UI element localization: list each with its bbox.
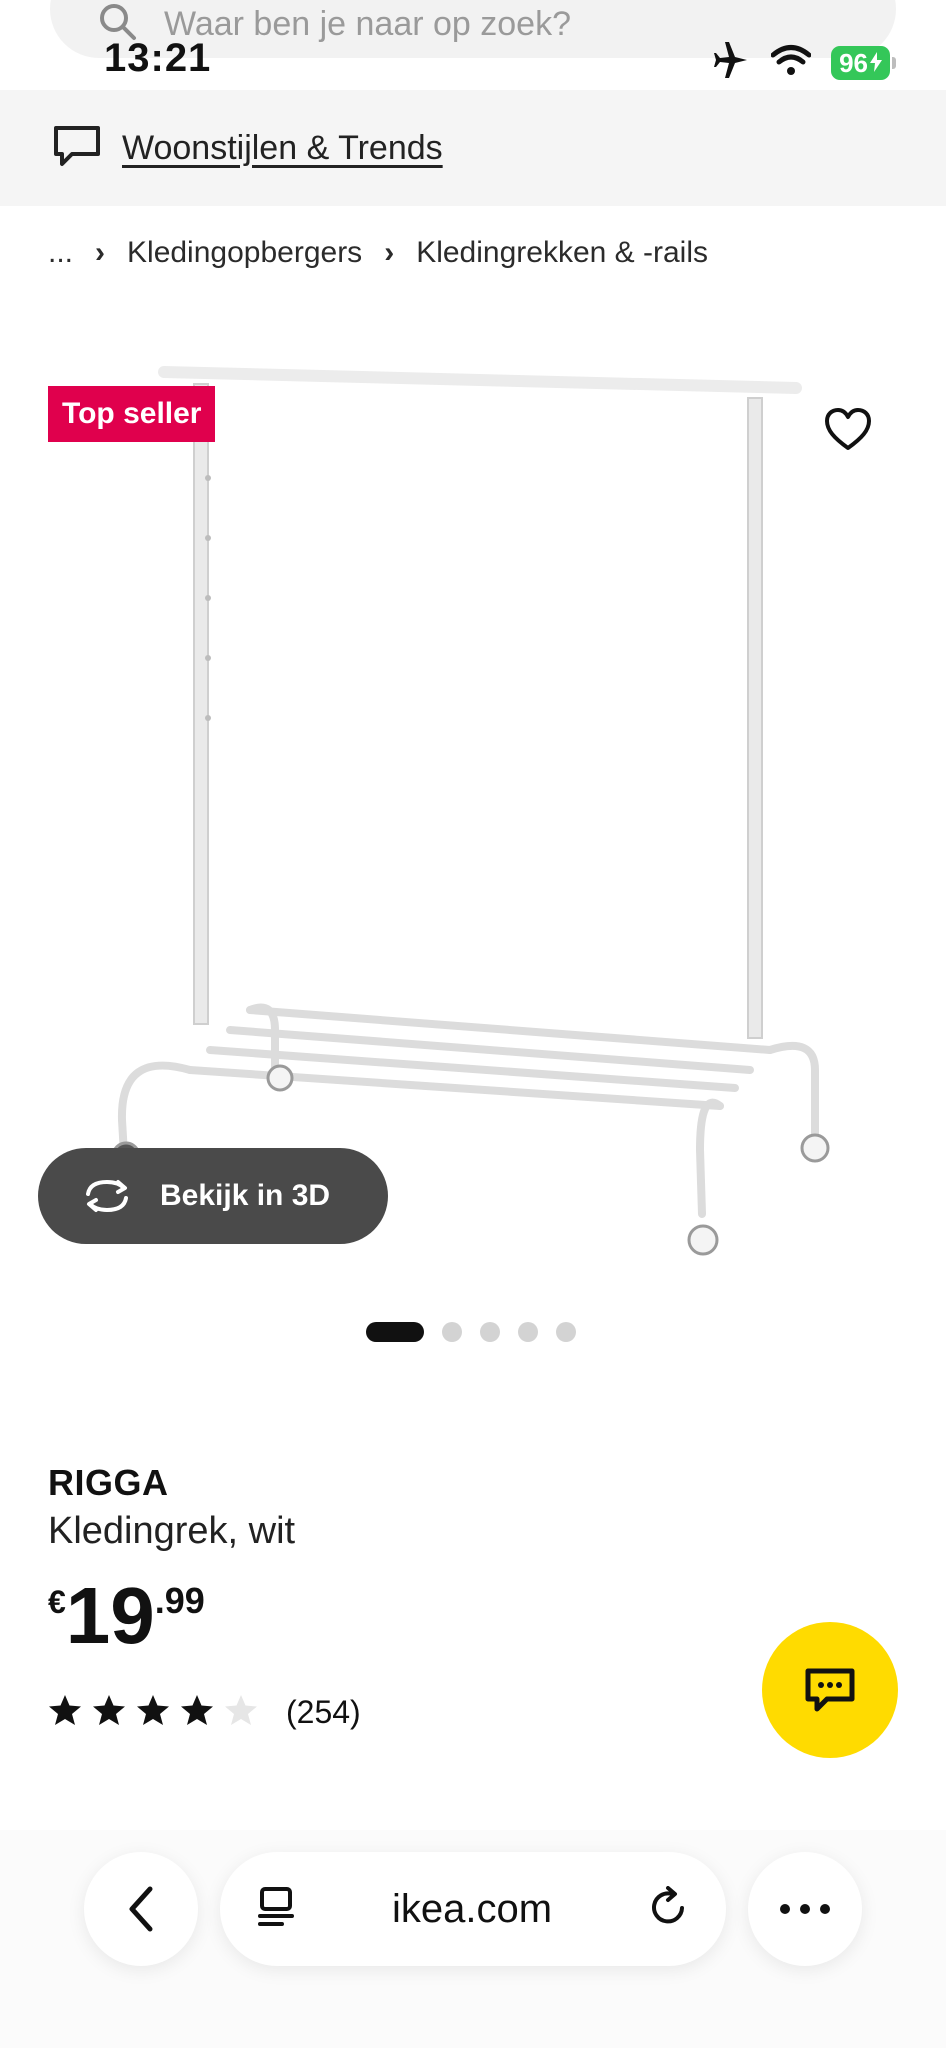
- price-integer: 19: [65, 1571, 155, 1660]
- star-empty-icon: [224, 1694, 258, 1731]
- view-in-3d-label: Bekijk in 3D: [160, 1179, 331, 1212]
- battery-level: 96: [839, 47, 868, 78]
- carousel-dot[interactable]: [556, 1322, 576, 1342]
- carousel-indicator: [366, 1322, 576, 1342]
- battery-indicator: 96: [831, 45, 890, 80]
- carousel-dot[interactable]: [366, 1322, 424, 1342]
- speech-bubble-icon: [52, 124, 102, 173]
- address-bar[interactable]: ikea.com: [220, 1852, 726, 1966]
- product-image[interactable]: [0, 330, 946, 1290]
- price-currency: €: [48, 1584, 66, 1620]
- charging-icon: [870, 48, 882, 78]
- product-price: € 19 .99: [48, 1576, 205, 1656]
- carousel-dot[interactable]: [480, 1322, 500, 1342]
- favorite-heart-icon[interactable]: [824, 408, 872, 457]
- star-filled-icon: [92, 1694, 126, 1731]
- chevron-left-icon: [129, 1886, 153, 1932]
- breadcrumb-item-kledingrekken[interactable]: Kledingrekken & -rails: [416, 236, 708, 270]
- status-icons: 96: [711, 42, 896, 83]
- product-name: RIGGA: [48, 1462, 169, 1503]
- url-text[interactable]: ikea.com: [296, 1887, 648, 1932]
- star-filled-icon: [48, 1694, 82, 1731]
- rating-count: (254): [286, 1694, 361, 1730]
- price-decimal: .99: [154, 1580, 205, 1621]
- product-description: Kledingrek, wit: [48, 1510, 296, 1552]
- search-placeholder: Waar ben je naar op zoek?: [164, 4, 571, 43]
- star-filled-icon: [136, 1694, 170, 1731]
- promo-banner[interactable]: Woonstijlen & Trends: [0, 90, 946, 206]
- view-in-3d-button[interactable]: Bekijk in 3D: [38, 1148, 388, 1244]
- rotate-3d-icon: [86, 1179, 128, 1213]
- airplane-icon: [711, 42, 751, 83]
- chevron-right-icon: ›: [95, 236, 106, 269]
- status-time: 13:21: [104, 36, 212, 80]
- chat-button[interactable]: [762, 1622, 898, 1758]
- star-filled-icon: [180, 1694, 214, 1731]
- banner-link[interactable]: Woonstijlen & Trends: [122, 129, 443, 168]
- breadcrumb-ellipsis[interactable]: ...: [48, 236, 73, 270]
- product-rating[interactable]: (254): [48, 1694, 361, 1731]
- tabs-icon[interactable]: [256, 1886, 296, 1933]
- chat-bubble-icon: [805, 1668, 855, 1712]
- battery-tip: [892, 56, 896, 69]
- chevron-right-icon: ›: [384, 236, 395, 269]
- breadcrumb: ... › Kledingopbergers › Kledingrekken &…: [48, 236, 708, 270]
- back-button[interactable]: [84, 1852, 198, 1966]
- reload-icon[interactable]: [648, 1885, 690, 1933]
- ellipsis-icon: [780, 1904, 830, 1914]
- carousel-dot[interactable]: [442, 1322, 462, 1342]
- breadcrumb-item-kledingopbergers[interactable]: Kledingopbergers: [127, 236, 362, 270]
- more-options-button[interactable]: [748, 1852, 862, 1966]
- wifi-icon: [770, 44, 812, 81]
- carousel-dot[interactable]: [518, 1322, 538, 1342]
- top-seller-badge: Top seller: [48, 386, 216, 442]
